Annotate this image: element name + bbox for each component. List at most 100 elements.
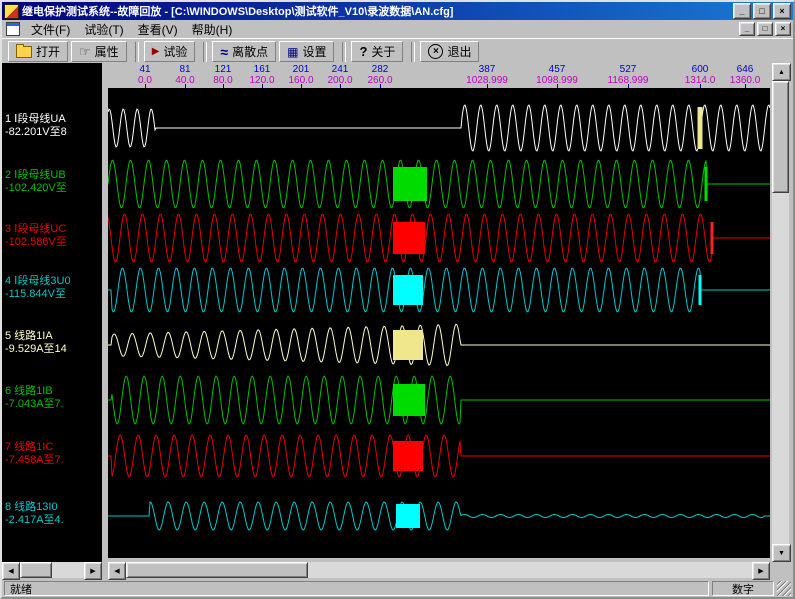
waveform-trace-7 xyxy=(108,435,770,477)
channel-range: -7.458A至7. xyxy=(5,454,100,467)
channel-label-5[interactable]: 5 线路1IA-9.529A至14 xyxy=(5,330,100,356)
cursor-tick-2 xyxy=(705,167,708,201)
channel-range: -102.586V至 xyxy=(5,236,100,249)
channel-name: 3 Ⅰ段母线UC xyxy=(5,223,100,236)
channel-label-2[interactable]: 2 Ⅰ段母线UB-102.420V至 xyxy=(5,169,100,195)
settings-button[interactable]: 设置 xyxy=(279,41,334,62)
toolbar-separator xyxy=(411,42,415,62)
channel-name: 6 线路1IB xyxy=(5,385,100,398)
ruler-tick: 8140.0 xyxy=(175,64,194,86)
menu-view[interactable]: 查看(V) xyxy=(131,20,185,39)
status-ready-text: 就绪 xyxy=(4,581,709,596)
title-bar: 继电保护测试系统--故障回放 - [C:\WINDOWS\Desktop\测试软… xyxy=(2,2,793,20)
marker-square-7 xyxy=(393,441,423,471)
app-window: 继电保护测试系统--故障回放 - [C:\WINDOWS\Desktop\测试软… xyxy=(0,0,795,599)
channel-range: -102.420V至 xyxy=(5,182,100,195)
scroll-down-button[interactable]: ▼ xyxy=(772,544,791,562)
ruler-sample-number: 161 xyxy=(249,64,274,75)
waveform-hscrollbar[interactable]: ◀ ▶ xyxy=(108,562,770,578)
discrete-points-button[interactable]: 离散点 xyxy=(212,41,276,62)
marker-square-8 xyxy=(396,504,420,528)
scroll-right-button[interactable]: ▶ xyxy=(752,562,770,580)
waveform-trace-6 xyxy=(108,376,770,424)
waveform-scroll-track[interactable] xyxy=(126,562,752,578)
cursor-tick-3 xyxy=(711,222,714,254)
channel-panel-hscrollbar[interactable]: ◀ ▶ xyxy=(2,562,102,578)
run-test-button-label: 试验 xyxy=(163,43,187,60)
marker-square-5 xyxy=(393,330,423,360)
window-title: 继电保护测试系统--故障回放 - [C:\WINDOWS\Desktop\测试软… xyxy=(22,3,733,19)
vertical-scrollbar[interactable]: ▲ ▼ xyxy=(772,63,789,562)
cursor-tick-4 xyxy=(699,275,702,305)
open-button[interactable]: 打开 xyxy=(8,41,68,62)
scroll-up-button[interactable]: ▲ xyxy=(772,63,791,81)
channel-scroll-thumb[interactable] xyxy=(20,562,52,578)
ruler-sample-number: 527 xyxy=(608,64,649,75)
mdi-restore-button[interactable]: □ xyxy=(757,22,773,36)
channel-range: -9.529A至14 xyxy=(5,343,100,356)
scroll-left-button[interactable]: ◀ xyxy=(2,562,20,580)
waveform-panel: 410.08140.012180.0161120.0201160.0241200… xyxy=(108,63,770,558)
waveform-scroll-thumb[interactable] xyxy=(126,562,308,578)
channel-list-panel: 1 Ⅰ段母线UA-82.201V至8 2 Ⅰ段母线UB-102.420V至 3 Ⅰ段… xyxy=(2,63,102,562)
exit-button[interactable]: 退出 xyxy=(420,41,479,62)
time-ruler: 410.08140.012180.0161120.0201160.0241200… xyxy=(108,63,770,88)
ruler-tick: 3871028.999 xyxy=(466,64,508,86)
toolbar-separator xyxy=(135,42,139,62)
channel-label-1[interactable]: 1 Ⅰ段母线UA-82.201V至8 xyxy=(5,113,100,139)
channel-range: -115.844V至 xyxy=(5,288,100,301)
channel-label-6[interactable]: 6 线路1IB-7.043A至7. xyxy=(5,385,100,411)
channel-scroll-track[interactable] xyxy=(20,562,84,578)
scroll-right-button[interactable]: ▶ xyxy=(84,562,102,580)
scroll-left-button[interactable]: ◀ xyxy=(108,562,126,580)
marker-square-2 xyxy=(393,167,427,201)
channel-range: -7.043A至7. xyxy=(5,398,100,411)
mdi-minimize-button[interactable]: _ xyxy=(739,22,755,36)
channel-name: 1 Ⅰ段母线UA xyxy=(5,113,100,126)
channel-label-8[interactable]: 8 线路13I0-2.417A至4. xyxy=(5,501,100,527)
menu-bar: 文件(F) 试验(T) 查看(V) 帮助(H) _ □ × xyxy=(2,20,793,38)
app-icon xyxy=(4,4,19,19)
menu-file[interactable]: 文件(F) xyxy=(24,20,77,39)
menu-test[interactable]: 试验(T) xyxy=(77,20,130,39)
minimize-button[interactable]: _ xyxy=(733,3,751,19)
toolbar-separator xyxy=(203,42,207,62)
settings-button-label: 设置 xyxy=(302,43,326,60)
channel-name: 4 Ⅰ段母线3U0 xyxy=(5,275,100,288)
run-test-button[interactable]: 试验 xyxy=(144,41,196,62)
channel-label-7[interactable]: 7 线路1IC-7.458A至7. xyxy=(5,441,100,467)
vertical-scroll-thumb[interactable] xyxy=(772,81,789,193)
ruler-sample-number: 600 xyxy=(685,64,716,75)
open-button-label: 打开 xyxy=(36,43,60,60)
maximize-button[interactable]: □ xyxy=(753,3,771,19)
vertical-scroll-track[interactable] xyxy=(772,81,789,544)
close-button[interactable]: × xyxy=(773,3,791,19)
ruler-sample-number: 201 xyxy=(288,64,313,75)
ruler-sample-number: 241 xyxy=(327,64,352,75)
ruler-tick: 6001314.0 xyxy=(685,64,716,86)
menu-help[interactable]: 帮助(H) xyxy=(185,20,240,39)
discrete-points-wave-icon xyxy=(220,44,228,60)
ruler-sample-number: 646 xyxy=(730,64,761,75)
about-button[interactable]: 关于 xyxy=(351,41,403,62)
properties-button[interactable]: 属性 xyxy=(71,41,127,62)
resize-grip[interactable] xyxy=(777,581,791,596)
waveform-area[interactable] xyxy=(108,88,770,558)
mdi-child-document-icon[interactable] xyxy=(6,22,20,36)
channel-label-3[interactable]: 3 Ⅰ段母线UC-102.586V至 xyxy=(5,223,100,249)
ruler-sample-number: 41 xyxy=(138,64,152,75)
channel-label-4[interactable]: 4 Ⅰ段母线3U0-115.844V至 xyxy=(5,275,100,301)
mdi-close-button[interactable]: × xyxy=(775,22,791,36)
channel-name: 7 线路1IC xyxy=(5,441,100,454)
settings-window-icon xyxy=(287,45,298,59)
open-folder-icon xyxy=(16,46,32,58)
about-question-icon xyxy=(359,44,367,59)
ruler-sample-number: 387 xyxy=(466,64,508,75)
status-mode-badge: 数字 xyxy=(712,581,774,596)
channel-name: 5 线路1IA xyxy=(5,330,100,343)
waveform-trace-1 xyxy=(108,105,770,151)
channel-name: 2 Ⅰ段母线UB xyxy=(5,169,100,182)
mdi-child-controls: _ □ × xyxy=(739,22,791,36)
waveform-canvas xyxy=(108,88,770,558)
ruler-tick: 161120.0 xyxy=(249,64,274,86)
